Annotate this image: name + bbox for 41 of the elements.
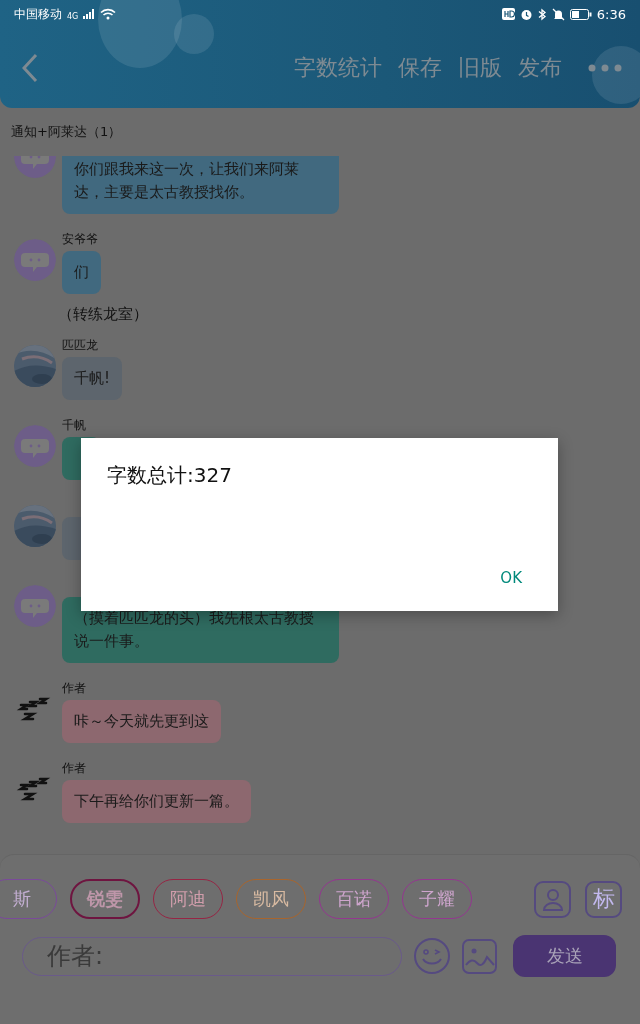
wifi-icon	[100, 8, 117, 20]
sender-name: 千帆	[62, 417, 86, 433]
character-chip[interactable]: 锐雯	[70, 879, 140, 919]
emoji-icon[interactable]	[413, 937, 451, 975]
message-bubble: 你们跟我来这一次，让我们来阿莱达，主要是太古教授找你。	[62, 156, 339, 214]
sender-name: 安爷爷	[62, 231, 98, 247]
message-bubble: 们	[62, 251, 101, 294]
sender-name: 作者	[62, 680, 86, 696]
network-type: 4G	[67, 11, 79, 21]
bubble-decoration	[592, 46, 640, 104]
back-icon[interactable]	[22, 53, 38, 83]
narration-text: （转练龙室）	[57, 305, 149, 324]
sender-name: 作者	[62, 760, 86, 776]
bell-off-icon	[551, 7, 565, 21]
send-button[interactable]: 发送	[513, 935, 616, 977]
carrier-name: 中国移动	[14, 5, 62, 23]
hd-icon	[501, 8, 515, 20]
header-action[interactable]: 发布	[518, 53, 562, 83]
tag-button[interactable]: 标	[585, 880, 622, 918]
battery-icon	[569, 8, 592, 20]
header-action[interactable]: 保存	[398, 53, 442, 83]
image-icon[interactable]	[462, 938, 497, 974]
conversation-title: 通知+阿莱达（1）	[11, 123, 122, 141]
avatar-icon	[14, 425, 56, 467]
message-bubble: 下午再给你们更新一篇。	[62, 780, 251, 823]
avatar-icon	[14, 585, 56, 627]
alarm-icon	[519, 7, 533, 21]
person-icon	[540, 886, 565, 912]
clock: 6:36	[596, 6, 626, 22]
signal-icon	[83, 9, 96, 19]
bluetooth-icon	[537, 7, 547, 21]
header-action[interactable]: 字数统计	[294, 53, 382, 83]
ok-button[interactable]: OK	[492, 565, 530, 591]
message-bubble: 千帆!	[62, 357, 122, 400]
sender-name: 匹匹龙	[62, 337, 98, 353]
contact-button[interactable]	[534, 880, 571, 918]
message-bubble: 咔～今天就先更到这	[62, 700, 221, 743]
header-action[interactable]: 旧版	[458, 53, 502, 83]
more-icon[interactable]	[588, 64, 622, 72]
dialog-message: 字数总计:327	[107, 462, 232, 489]
avatar-icon	[14, 239, 56, 281]
